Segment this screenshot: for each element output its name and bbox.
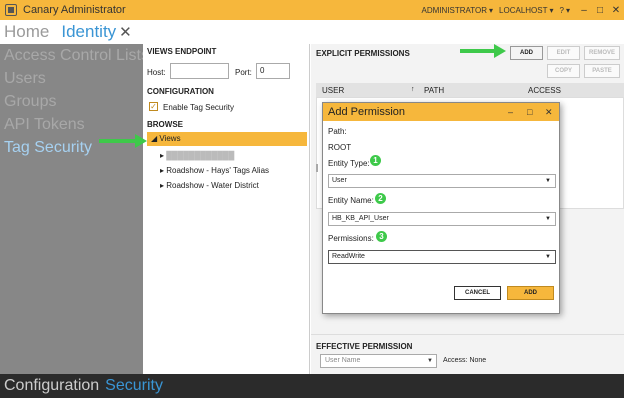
effective-permission-heading: EFFECTIVE PERMISSION	[316, 342, 413, 351]
configuration-heading: CONFIGURATION	[147, 87, 214, 96]
close-tab-icon[interactable]: ✕	[119, 23, 132, 41]
permissions-table-header: USER ↑ PATH ACCESS	[316, 83, 624, 97]
enable-tag-security-label: Enable Tag Security	[163, 103, 235, 112]
maximize-icon[interactable]: □	[592, 5, 608, 16]
sidebar: Access Control Lists Users Groups API To…	[0, 44, 143, 374]
chevron-down-icon: ▾	[565, 5, 570, 15]
cancel-button[interactable]: CANCEL	[454, 286, 501, 300]
permissions-select[interactable]: ReadWrite ▼	[328, 250, 556, 264]
entity-name-select[interactable]: HB_KB_API_User ▼	[328, 212, 556, 226]
chevron-down-icon: ▼	[427, 358, 433, 364]
path-value: ROOT	[328, 143, 352, 152]
tab-configuration[interactable]: Configuration	[4, 377, 99, 395]
close-icon[interactable]: ✕	[545, 103, 553, 121]
remove-button[interactable]: REMOVE	[584, 46, 620, 60]
step-badge-3: 3	[376, 231, 387, 242]
tab-security[interactable]: Security	[105, 377, 163, 395]
host-menu[interactable]: LOCALHOST ▾	[499, 6, 553, 15]
tree-root-views[interactable]: ◢ Views	[147, 132, 307, 146]
tree-item-label: ████████████	[166, 151, 235, 160]
host-label: Host:	[147, 68, 166, 77]
copy-button[interactable]: COPY	[547, 64, 580, 78]
browse-heading: BROWSE	[147, 120, 183, 129]
views-endpoint-heading: VIEWS ENDPOINT	[147, 47, 217, 56]
arrow-right-icon	[460, 44, 506, 58]
divider	[311, 334, 624, 335]
tree-item-water-district[interactable]: ▸ Roadshow - Water District	[160, 181, 259, 190]
host-label: LOCALHOST	[499, 5, 548, 15]
entity-type-select[interactable]: User ▼	[328, 174, 556, 188]
chevron-down-icon: ▼	[545, 216, 551, 222]
dialog-title: Add Permission	[328, 106, 406, 118]
step-badge-2: 2	[375, 193, 386, 204]
dialog-title-bar: Add Permission – □ ✕	[323, 103, 559, 121]
edit-button[interactable]: EDIT	[547, 46, 580, 60]
minimize-icon[interactable]: –	[576, 5, 592, 16]
tree-root-label: Views	[159, 134, 181, 143]
tree-item-label: Roadshow - Hays' Tags Alias	[166, 166, 270, 175]
tree-item-hays-tags-alias[interactable]: ▸ Roadshow - Hays' Tags Alias	[160, 166, 269, 175]
user-name-placeholder: User Name	[325, 357, 361, 364]
arrow-right-icon	[99, 134, 147, 148]
tab-bar: Home Identity ✕	[0, 20, 624, 44]
column-access[interactable]: ACCESS	[528, 86, 561, 95]
maximize-icon[interactable]: □	[527, 103, 532, 121]
title-bar: Canary Administrator ADMINISTRATOR ▾ LOCA…	[0, 0, 624, 20]
entity-type-value: User	[332, 177, 347, 184]
app-title: Canary Administrator	[23, 4, 126, 16]
help-menu[interactable]: ? ▾	[560, 6, 570, 15]
bottom-bar: Configuration Security	[0, 374, 624, 398]
tab-identity[interactable]: Identity	[61, 22, 116, 42]
column-user[interactable]: USER	[322, 86, 344, 95]
add-button[interactable]: ADD	[507, 286, 554, 300]
help-icon: ?	[559, 5, 564, 15]
chevron-down-icon: ▾	[549, 5, 554, 15]
enable-tag-security-checkbox[interactable]: ✓	[149, 102, 158, 111]
tab-home[interactable]: Home	[4, 22, 49, 42]
close-icon[interactable]: ✕	[608, 5, 624, 16]
access-value: None	[469, 357, 487, 364]
explicit-permissions-heading: EXPLICIT PERMISSIONS	[316, 49, 410, 58]
sidebar-item-users[interactable]: Users	[0, 67, 143, 90]
access-label: Access: None	[443, 357, 487, 364]
tree-item-label: Roadshow - Water District	[166, 181, 259, 190]
paste-button[interactable]: PASTE	[584, 64, 620, 78]
minimize-icon[interactable]: –	[508, 103, 513, 121]
column-path[interactable]: PATH	[424, 86, 444, 95]
host-input[interactable]	[170, 63, 229, 79]
permissions-value: ReadWrite	[332, 253, 365, 260]
tree-item-redacted[interactable]: ▸ ████████████	[160, 151, 234, 160]
sidebar-item-access-control-lists[interactable]: Access Control Lists	[0, 44, 143, 67]
chevron-down-icon: ▼	[545, 254, 551, 260]
port-label: Port:	[235, 68, 252, 77]
sort-arrow-up-icon: ↑	[411, 86, 415, 93]
views-panel: VIEWS ENDPOINT Host: Port: 0 CONFIGURATI…	[143, 44, 310, 374]
user-name-select[interactable]: User Name ▼	[320, 354, 437, 368]
permissions-label: Permissions:	[328, 234, 374, 243]
grid-scroll-marker	[316, 164, 318, 172]
entity-name-label: Entity Name:	[328, 196, 374, 205]
add-permission-button[interactable]: ADD	[510, 46, 543, 60]
add-permission-dialog: Add Permission – □ ✕ Path: ROOT Entity T…	[322, 102, 560, 314]
sidebar-item-groups[interactable]: Groups	[0, 90, 143, 113]
app-logo-icon	[5, 4, 17, 16]
user-label: ADMINISTRATOR	[421, 5, 488, 15]
chevron-down-icon: ▾	[489, 5, 494, 15]
entity-name-value: HB_KB_API_User	[332, 215, 389, 222]
chevron-down-icon: ▼	[545, 178, 551, 184]
step-badge-1: 1	[370, 155, 381, 166]
path-label: Path:	[328, 127, 347, 136]
port-input[interactable]: 0	[256, 63, 290, 79]
entity-type-label: Entity Type:	[328, 159, 370, 168]
user-menu[interactable]: ADMINISTRATOR ▾	[422, 6, 494, 15]
